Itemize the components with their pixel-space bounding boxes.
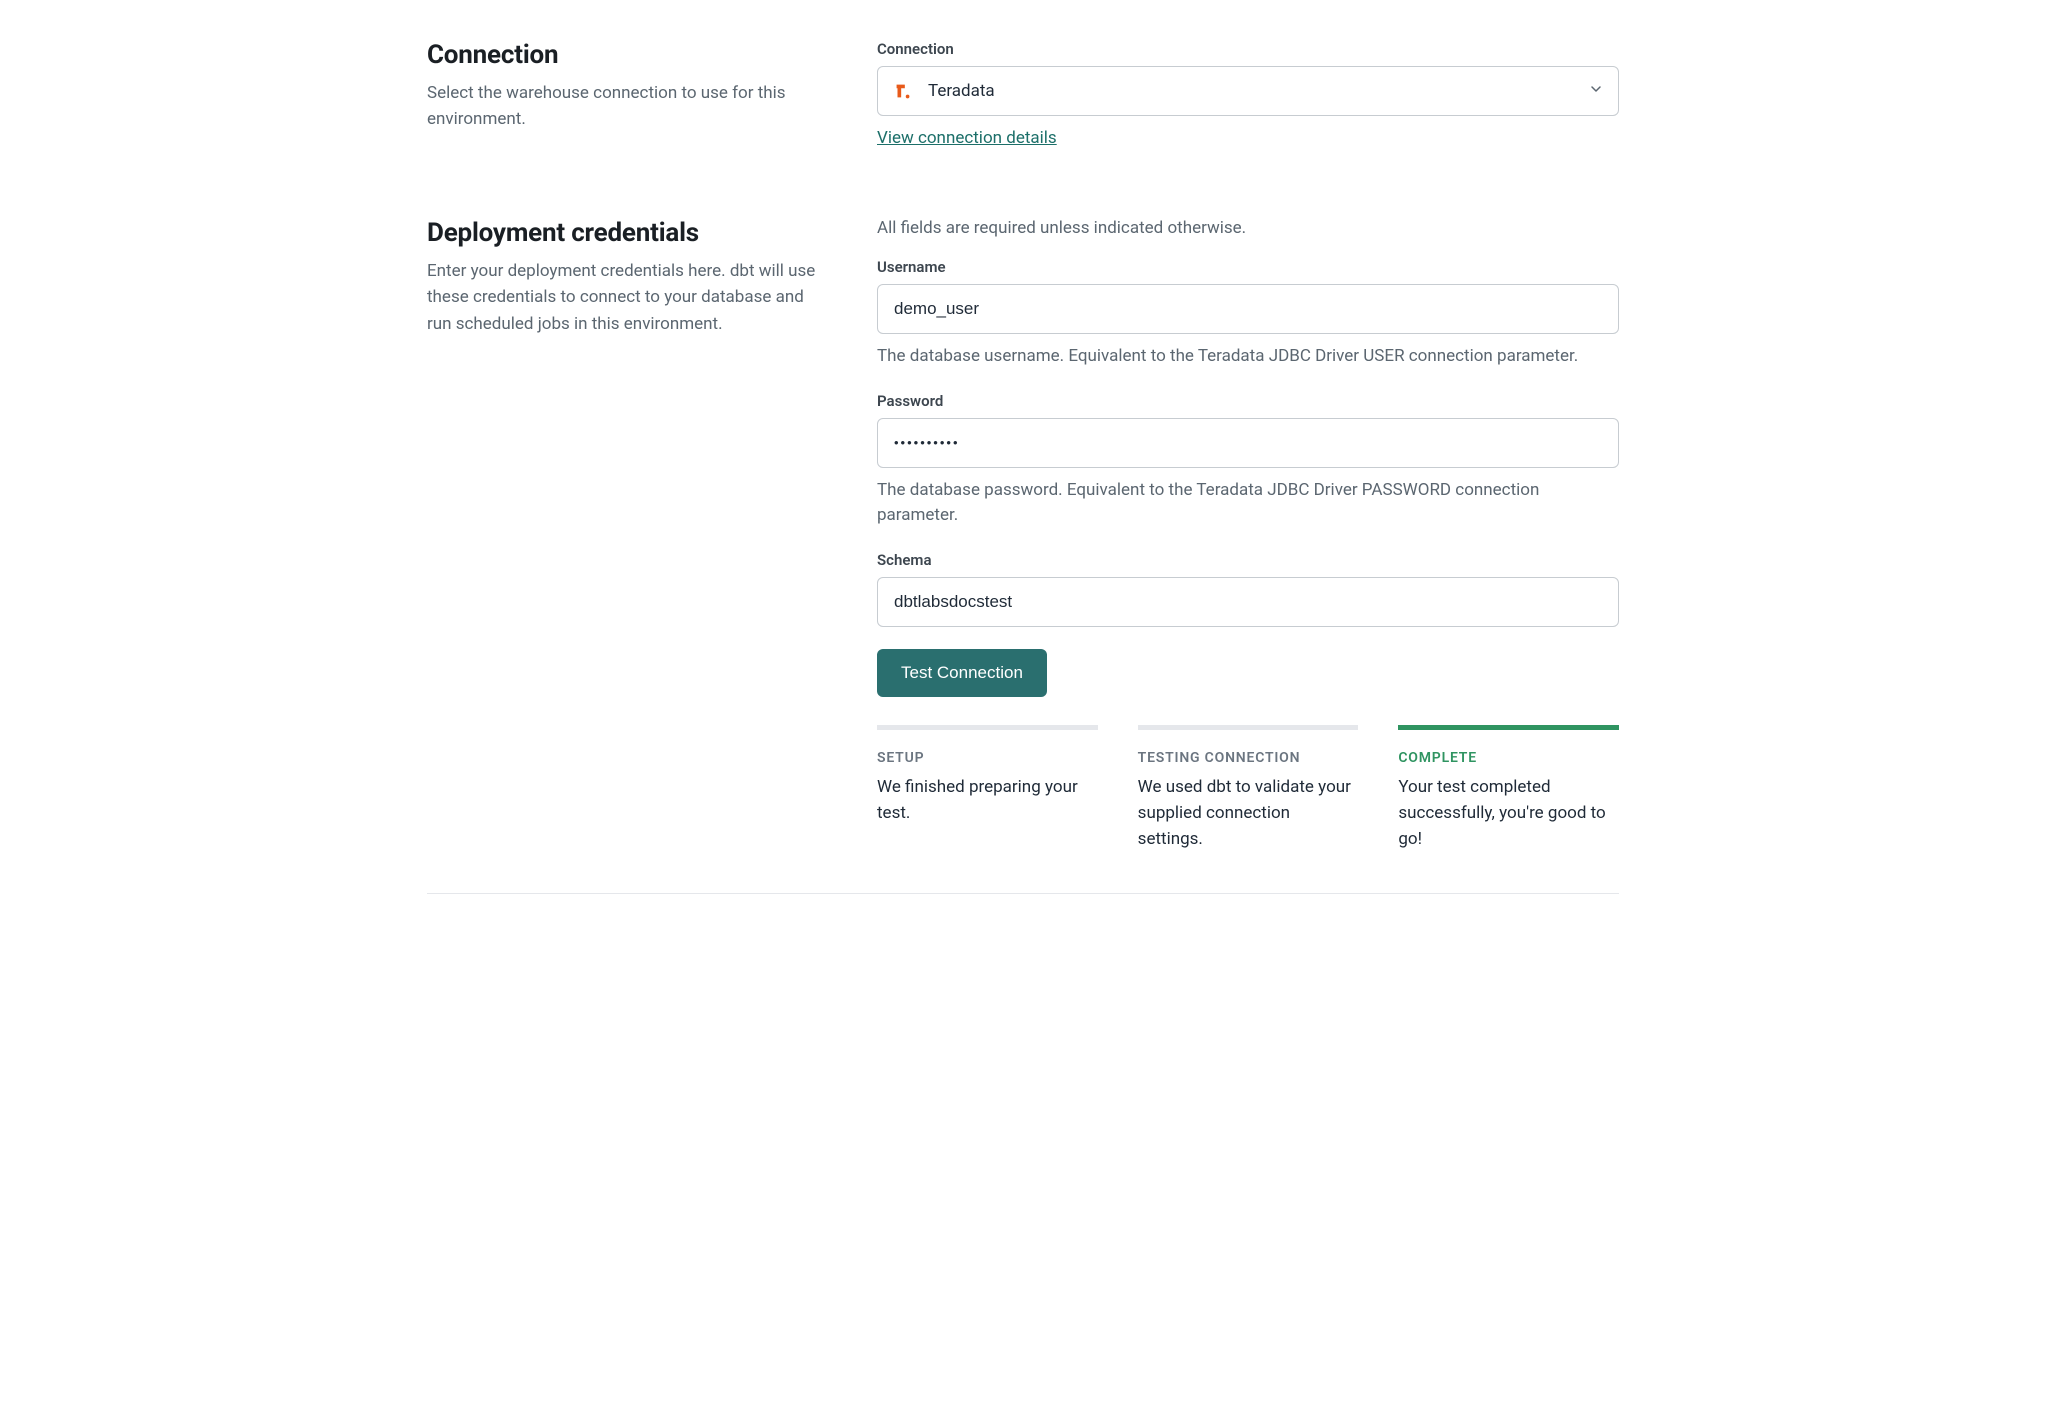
password-input[interactable] (877, 418, 1619, 468)
step-setup: SETUP We finished preparing your test. (877, 725, 1098, 853)
connection-field-label: Connection (877, 40, 1619, 58)
test-progress-steps: SETUP We finished preparing your test. T… (877, 725, 1619, 853)
password-label: Password (877, 392, 1619, 410)
credentials-description: Enter your deployment credentials here. … (427, 258, 817, 337)
password-help: The database password. Equivalent to the… (877, 478, 1619, 529)
step-label: SETUP (877, 750, 1098, 766)
step-text: We finished preparing your test. (877, 774, 1098, 827)
step-bar (1398, 725, 1619, 730)
connection-description: Select the warehouse connection to use f… (427, 80, 817, 133)
step-bar (877, 725, 1098, 730)
required-note: All fields are required unless indicated… (877, 218, 1619, 238)
step-complete: COMPLETE Your test completed successfull… (1398, 725, 1619, 853)
username-label: Username (877, 258, 1619, 276)
step-label: COMPLETE (1398, 750, 1619, 766)
step-text: Your test completed successfully, you're… (1398, 774, 1619, 853)
connection-section: Connection Select the warehouse connecti… (427, 40, 1619, 148)
step-label: TESTING CONNECTION (1138, 750, 1359, 766)
test-connection-button[interactable]: Test Connection (877, 649, 1047, 697)
username-help: The database username. Equivalent to the… (877, 344, 1619, 370)
schema-input[interactable] (877, 577, 1619, 627)
chevron-down-icon (1588, 81, 1604, 101)
connection-title: Connection (427, 40, 817, 70)
credentials-section: Deployment credentials Enter your deploy… (427, 218, 1619, 853)
username-input[interactable] (877, 284, 1619, 334)
step-bar (1138, 725, 1359, 730)
teradata-icon (892, 80, 914, 102)
credentials-title: Deployment credentials (427, 218, 817, 248)
schema-label: Schema (877, 551, 1619, 569)
connection-dropdown[interactable]: Teradata (877, 66, 1619, 116)
step-testing: TESTING CONNECTION We used dbt to valida… (1138, 725, 1359, 853)
connection-selected-value: Teradata (928, 81, 1588, 101)
step-text: We used dbt to validate your supplied co… (1138, 774, 1359, 853)
view-connection-details-link[interactable]: View connection details (877, 128, 1057, 148)
divider (427, 893, 1619, 894)
